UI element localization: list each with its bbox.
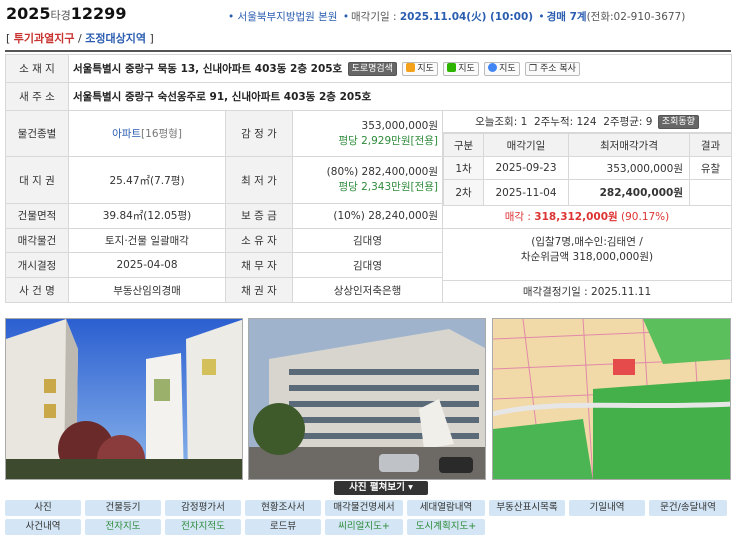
sale-date: 2025.11.04(火) (10:00): [399, 11, 534, 23]
btn-photo[interactable]: 사진: [5, 500, 81, 516]
road-search-button[interactable]: 도로명검색: [347, 62, 397, 76]
tag-adjust[interactable]: 조정대상지역: [85, 32, 146, 45]
btn-case-history[interactable]: 사건내역: [5, 519, 81, 535]
appraisal-value: 353,000,000원: [361, 119, 438, 132]
round-table: 구분 매각기일 최저매각가격 결과 1차 2025-09-23 353,000,000원 유…: [443, 133, 732, 206]
btn-e-cadastral[interactable]: 전자지적도: [165, 519, 241, 535]
tag-speculation[interactable]: 투기과열지구: [14, 32, 75, 45]
property-info-table: 소 재 지 서울특별시 중랑구 묵동 13, 신내아파트 403동 2층 205…: [5, 54, 733, 303]
new-address-label: 새 주 소: [5, 82, 69, 111]
building-area-label: 건물면적: [5, 202, 69, 229]
case-name-value: 부동산임의경매: [68, 277, 226, 303]
creditor-value: 상상인저축은행: [292, 277, 443, 303]
appraisal-label: 감 정 가: [225, 109, 293, 158]
google-map-button[interactable]: 지도: [484, 62, 520, 76]
new-address-value: 서울특별시 중랑구 숙선옹주로 91, 신내아파트 403동 2층 205호: [73, 91, 372, 103]
bid-info: (입찰7명,매수인:김태연 / 차순위금액 318,000,000원): [443, 228, 732, 280]
min-price-label: 최 저 가: [225, 156, 293, 204]
min-price-per-pyeong: 평당 2,343만원[전용]: [338, 181, 438, 194]
appraisal-per-pyeong: 평당 2,929만원[전용]: [338, 134, 438, 147]
naver-icon: [447, 63, 457, 72]
google-icon: [488, 63, 498, 72]
court-dept: 경매 7계: [546, 11, 587, 23]
start-value: 2025-04-08: [68, 252, 226, 279]
creditor-label: 채 권 자: [225, 277, 293, 303]
deposit-value: (10%) 28,240,000원: [292, 202, 443, 229]
decision-date: 매각결정기일 : 2025.11.11: [443, 280, 732, 302]
debtor-label: 채 무 자: [225, 252, 293, 279]
btn-sale-spec[interactable]: 매각물건명세서: [325, 500, 403, 516]
min-price-value: (80%) 282,400,000원: [326, 166, 438, 179]
photo-expand-button[interactable]: 사진 펼쳐보기 ▾: [334, 481, 428, 495]
photo-gallery: [5, 318, 731, 480]
case-name-label: 사 건 명: [5, 277, 69, 303]
sale-history-panel: 오늘조회: 1 2주누적: 124 2주평균: 9 조회동향 구분 매각기일 최저매…: [441, 110, 733, 303]
deposit-label: 보 증 금: [225, 202, 293, 229]
address-value: 서울특별시 중랑구 묵동 13, 신내아파트 403동 2층 205호: [73, 63, 343, 75]
type-label: 물건종별: [5, 109, 69, 158]
photo-exterior-1[interactable]: [5, 318, 243, 480]
land-value: 25.47㎡(7.7평): [68, 156, 226, 204]
view-stats: 오늘조회: 1 2주누적: 124 2주평균: 9 조회동향: [443, 111, 732, 133]
btn-urban-plan-map[interactable]: 도시계획지도+: [407, 519, 485, 535]
btn-property-list[interactable]: 부동산표시목록: [489, 500, 565, 516]
case-number: 2025타경12299: [6, 4, 127, 23]
copy-address-button[interactable]: ❐ 주소 복사: [525, 62, 580, 76]
view-trend-button[interactable]: 조회동향: [657, 115, 699, 129]
btn-household[interactable]: 세대열람내역: [407, 500, 485, 516]
btn-survey[interactable]: 현황조사서: [245, 500, 321, 516]
btn-schedule[interactable]: 기일내역: [569, 500, 645, 516]
case-header: 2025타경12299 • 서울북부지방법원 본원 • 매각기일 : 2025.1…: [6, 4, 738, 26]
naver-map-button[interactable]: 지도: [443, 62, 479, 76]
property-type[interactable]: 아파트: [112, 128, 141, 140]
table-row: 1차 2025-09-23 353,000,000원 유찰: [443, 156, 732, 180]
chevron-down-icon: ▾: [408, 482, 413, 493]
btn-roadview[interactable]: 로드뷰: [245, 519, 321, 535]
divider: [5, 50, 731, 52]
address-label: 소 재 지: [5, 54, 69, 83]
court-name[interactable]: 서울북부지방법원 본원: [238, 11, 338, 23]
daum-map-button[interactable]: 지도: [402, 62, 438, 76]
sale-object-label: 매각물건: [5, 227, 69, 254]
table-row: 2차 2025-11-04 282,400,000원: [443, 179, 732, 206]
copy-icon: ❐: [529, 64, 540, 74]
start-label: 개시결정: [5, 252, 69, 279]
btn-e-map[interactable]: 전자지도: [85, 519, 161, 535]
photo-exterior-2[interactable]: [248, 318, 486, 480]
court-phone: (전화:02-910-3677): [586, 11, 686, 23]
owner-label: 소 유 자: [225, 227, 293, 254]
building-area-value: 39.84㎡(12.05평): [68, 202, 226, 229]
btn-appraisal[interactable]: 감정평가서: [165, 500, 241, 516]
region-tags: [ 투기과열지구 / 조정대상지역 ]: [6, 32, 154, 45]
photo-cadastral-map[interactable]: [492, 318, 731, 480]
court-info: • 서울북부지방법원 본원 • 매각기일 : 2025.11.04(火) (10:…: [228, 11, 686, 23]
btn-building-registry[interactable]: 건물등기: [85, 500, 161, 516]
daum-icon: [406, 63, 416, 72]
btn-serial-map[interactable]: 씨리얼지도+: [325, 519, 403, 535]
land-label: 대 지 권: [5, 156, 69, 204]
debtor-value: 김대영: [292, 252, 443, 279]
sold-result: 매각 : 318,312,000원 (90.17%): [504, 211, 670, 223]
owner-value: 김대영: [292, 227, 443, 254]
btn-documents[interactable]: 문건/송달내역: [649, 500, 727, 516]
sale-object-value: 토지·건물 일괄매각: [68, 227, 226, 254]
